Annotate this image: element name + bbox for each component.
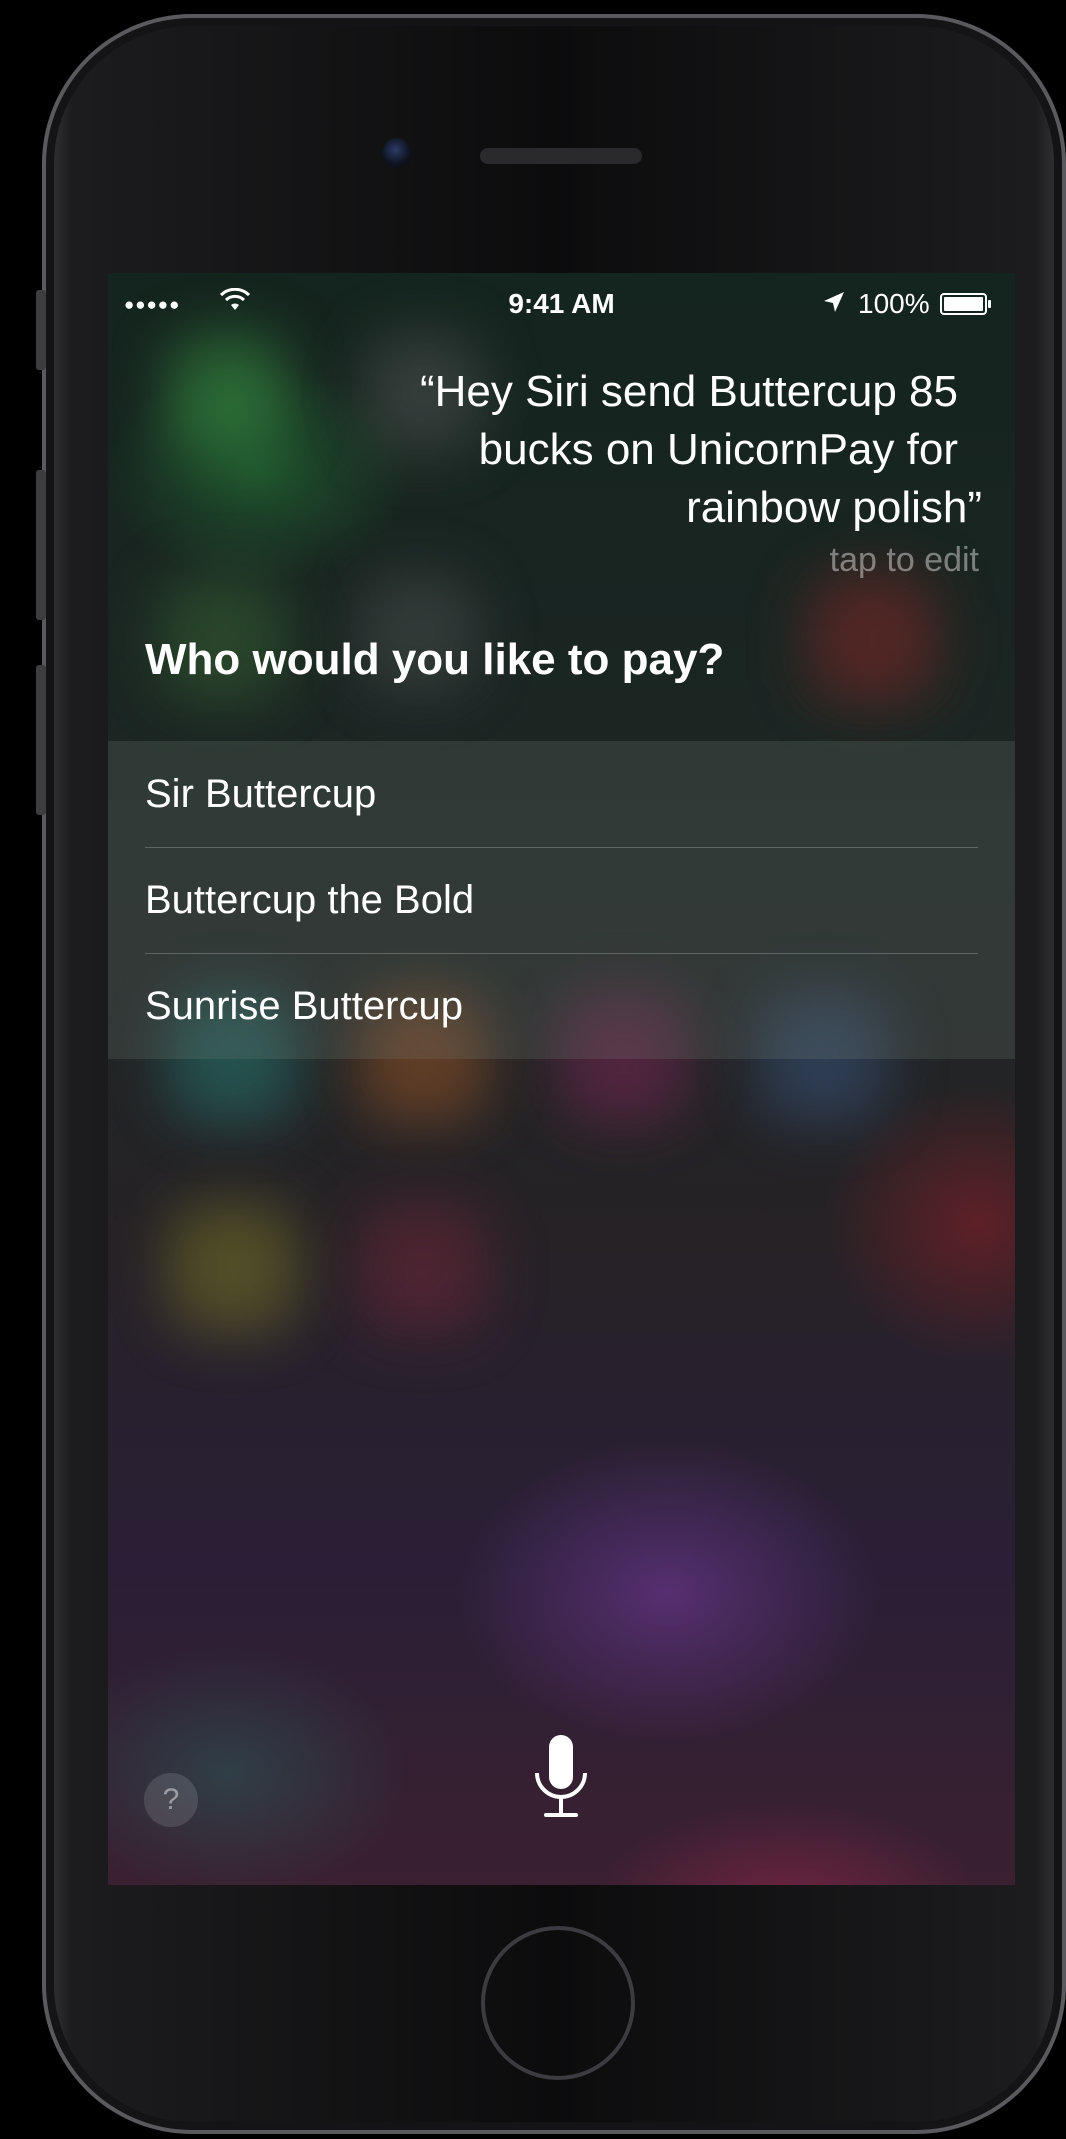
battery-full-icon	[940, 293, 991, 315]
question-mark-icon: ?	[162, 1783, 180, 1816]
payee-options-list: Sir Buttercup Buttercup the Bold Sunrise…	[108, 741, 1015, 1059]
payee-option-label: Buttercup the Bold	[145, 877, 475, 922]
microphone-icon[interactable]	[528, 1733, 594, 1833]
volume-down-button	[36, 665, 46, 815]
battery-percentage: 100%	[858, 288, 930, 319]
earpiece-speaker	[480, 148, 642, 164]
payee-option[interactable]: Sir Buttercup	[108, 741, 1015, 847]
siri-screen: ●●●●● 9:41 AM 100% “Hey Siri send Butter…	[108, 273, 1015, 1885]
location-arrow-icon	[824, 292, 844, 312]
help-button[interactable]: ?	[144, 1773, 198, 1827]
payee-option-label: Sunrise Buttercup	[145, 983, 463, 1028]
status-bar: ●●●●● 9:41 AM 100%	[108, 273, 1015, 333]
utterance-line: “Hey Siri send Buttercup 85	[419, 367, 958, 416]
utterance-line: bucks on UnicornPay for	[478, 425, 958, 474]
home-button[interactable]	[481, 1926, 635, 2080]
payee-option[interactable]: Buttercup the Bold	[108, 847, 1015, 953]
payee-option-label: Sir Buttercup	[145, 771, 377, 816]
blurred-app-icon	[358, 1203, 488, 1333]
blurred-app-icon	[168, 1203, 298, 1333]
mute-switch	[36, 290, 46, 370]
blurred-app-icon	[808, 573, 938, 703]
volume-up-button	[36, 470, 46, 620]
siri-question: Who would you like to pay?	[145, 635, 725, 684]
payee-option[interactable]: Sunrise Buttercup	[108, 953, 1015, 1059]
blurred-app-icon	[168, 333, 288, 453]
tap-to-edit-hint[interactable]: tap to edit	[830, 541, 979, 580]
siri-utterance[interactable]: “Hey Siri send Buttercup 85 bucks on Uni…	[338, 363, 998, 537]
front-camera	[382, 138, 412, 168]
utterance-line: rainbow polish”	[686, 483, 982, 532]
